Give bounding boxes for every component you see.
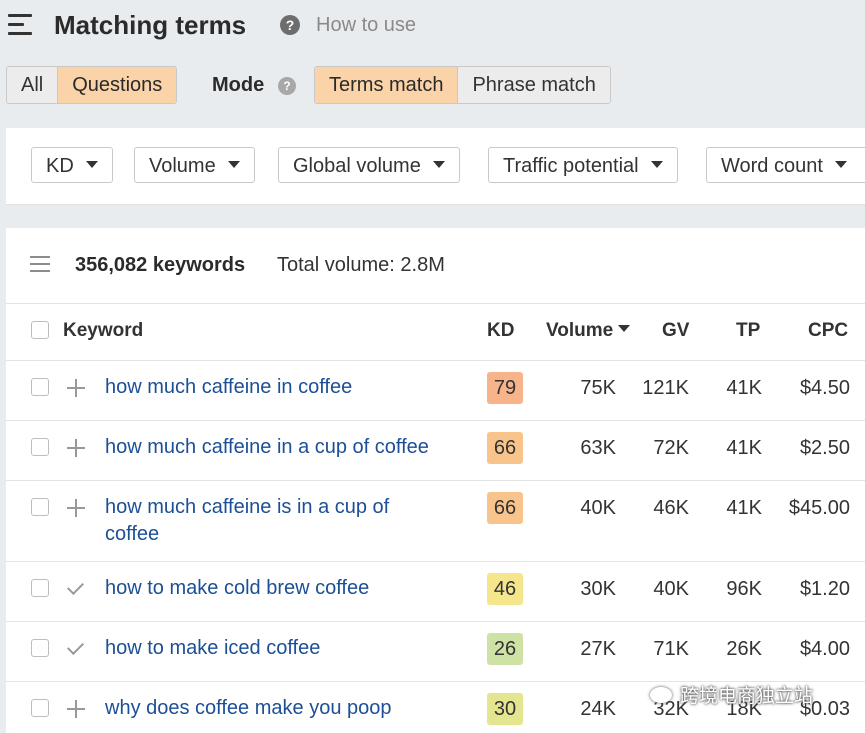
select-all-checkbox[interactable] [31,321,49,339]
wechat-icon [650,686,672,703]
kd-badge: 66 [487,432,523,464]
word-count-filter-label: Word count [721,155,823,177]
row-checkbox[interactable] [31,699,49,717]
traffic-potential-filter-dropdown[interactable]: Traffic potential [488,147,678,183]
tp-value: 96K [726,578,762,600]
menu-icon[interactable] [8,14,32,36]
chevron-down-icon [834,161,847,169]
volume-filter-label: Volume [149,155,216,177]
cpc-value: $4.50 [799,377,850,399]
watermark: 跨境电商独立站 [650,681,813,708]
column-header-cpc[interactable]: CPC [808,320,848,342]
gv-value: 121K [642,377,689,399]
table-row: how much caffeine is in a cup of coffee … [6,480,865,561]
row-checkbox[interactable] [31,579,49,597]
cpc-value: $2.50 [799,437,850,459]
page-header: Matching terms ? How to use [0,0,865,56]
gv-value: 71K [653,638,689,660]
chevron-down-icon [432,161,445,169]
keyword-link[interactable]: how much caffeine in coffee [105,374,435,401]
watermark-text: 跨境电商独立站 [680,686,814,707]
column-header-gv[interactable]: GV [662,320,689,342]
global-volume-filter-dropdown[interactable]: Global volume [278,147,460,183]
row-checkbox[interactable] [31,639,49,657]
kd-filter-label: KD [46,155,74,177]
global-volume-filter-label: Global volume [293,155,421,177]
table-row: how to make cold brew coffee 46 30K 40K … [6,561,865,621]
mode-label: Mode [212,74,265,96]
cpc-value: $1.20 [799,578,850,600]
check-icon[interactable] [66,638,86,658]
row-checkbox[interactable] [31,438,49,456]
keyword-link[interactable]: how much caffeine is in a cup of coffee [105,494,425,548]
word-count-filter-dropdown[interactable]: Word count [706,147,865,183]
terms-match-button[interactable]: Terms match [315,67,458,103]
row-checkbox[interactable] [31,498,49,516]
tp-value: 41K [726,377,762,399]
kd-badge: 46 [487,573,523,605]
volume-value: 40K [580,497,616,519]
sort-desc-icon [618,325,631,333]
match-mode-toggle: Terms match Phrase match [314,66,611,104]
keyword-count: 356,082 keywords [75,254,246,276]
table-row: how much caffeine in a cup of coffee 66 … [6,420,865,480]
volume-value: 27K [580,638,616,660]
phrase-match-button[interactable]: Phrase match [457,67,610,103]
kd-badge: 79 [487,372,523,404]
kd-badge: 30 [487,693,523,725]
plus-icon[interactable] [66,438,86,458]
tab-questions[interactable]: Questions [57,67,177,103]
keyword-link[interactable]: how to make iced coffee [105,635,435,662]
column-header-kd[interactable]: KD [487,320,514,342]
table-row: how to make iced coffee 26 27K 71K 26K $… [6,621,865,681]
table-row: how much caffeine in coffee 79 75K 121K … [6,360,865,420]
keyword-link[interactable]: how much caffeine in a cup of coffee [105,434,475,461]
tp-value: 41K [726,437,762,459]
kd-filter-dropdown[interactable]: KD [31,147,113,183]
column-header-tp[interactable]: TP [736,320,760,342]
kd-badge: 26 [487,633,523,665]
plus-icon[interactable] [66,699,86,719]
column-header-volume-label: Volume [546,320,614,341]
tp-value: 26K [726,638,762,660]
plus-icon[interactable] [66,498,86,518]
column-header-keyword[interactable]: Keyword [63,320,143,342]
check-icon[interactable] [66,578,86,598]
volume-filter-dropdown[interactable]: Volume [134,147,255,183]
kd-badge: 66 [487,492,523,524]
results-panel: 356,082 keywords Total volume: 2.8M Keyw… [6,228,865,733]
chevron-down-icon [85,161,98,169]
chevron-down-icon [650,161,663,169]
question-filter-toggle: All Questions [6,66,178,104]
row-checkbox[interactable] [31,378,49,396]
page-title: Matching terms [54,10,247,40]
total-volume: Total volume: 2.8M [277,254,445,276]
traffic-potential-filter-label: Traffic potential [503,155,639,177]
volume-value: 75K [580,377,616,399]
tp-value: 41K [726,497,762,519]
divider [6,303,865,304]
columns-menu-icon[interactable] [30,256,50,272]
plus-icon[interactable] [66,378,86,398]
keyword-link[interactable]: how to make cold brew coffee [105,575,435,602]
cpc-value: $4.00 [799,638,850,660]
column-header-volume[interactable]: Volume [546,320,631,342]
volume-value: 30K [580,578,616,600]
help-icon[interactable]: ? [280,15,300,35]
tab-all[interactable]: All [7,67,58,103]
volume-value: 63K [580,437,616,459]
volume-value: 24K [580,698,616,720]
gv-value: 40K [653,578,689,600]
gv-value: 46K [653,497,689,519]
how-to-use-link[interactable]: How to use [316,14,416,37]
keyword-link[interactable]: why does coffee make you poop [105,695,435,722]
filter-bar: KD Volume Global volume Traffic potentia… [6,128,865,205]
chevron-down-icon [227,161,240,169]
mode-help-icon[interactable]: ? [278,77,296,95]
cpc-value: $45.00 [788,497,850,519]
gv-value: 72K [653,437,689,459]
